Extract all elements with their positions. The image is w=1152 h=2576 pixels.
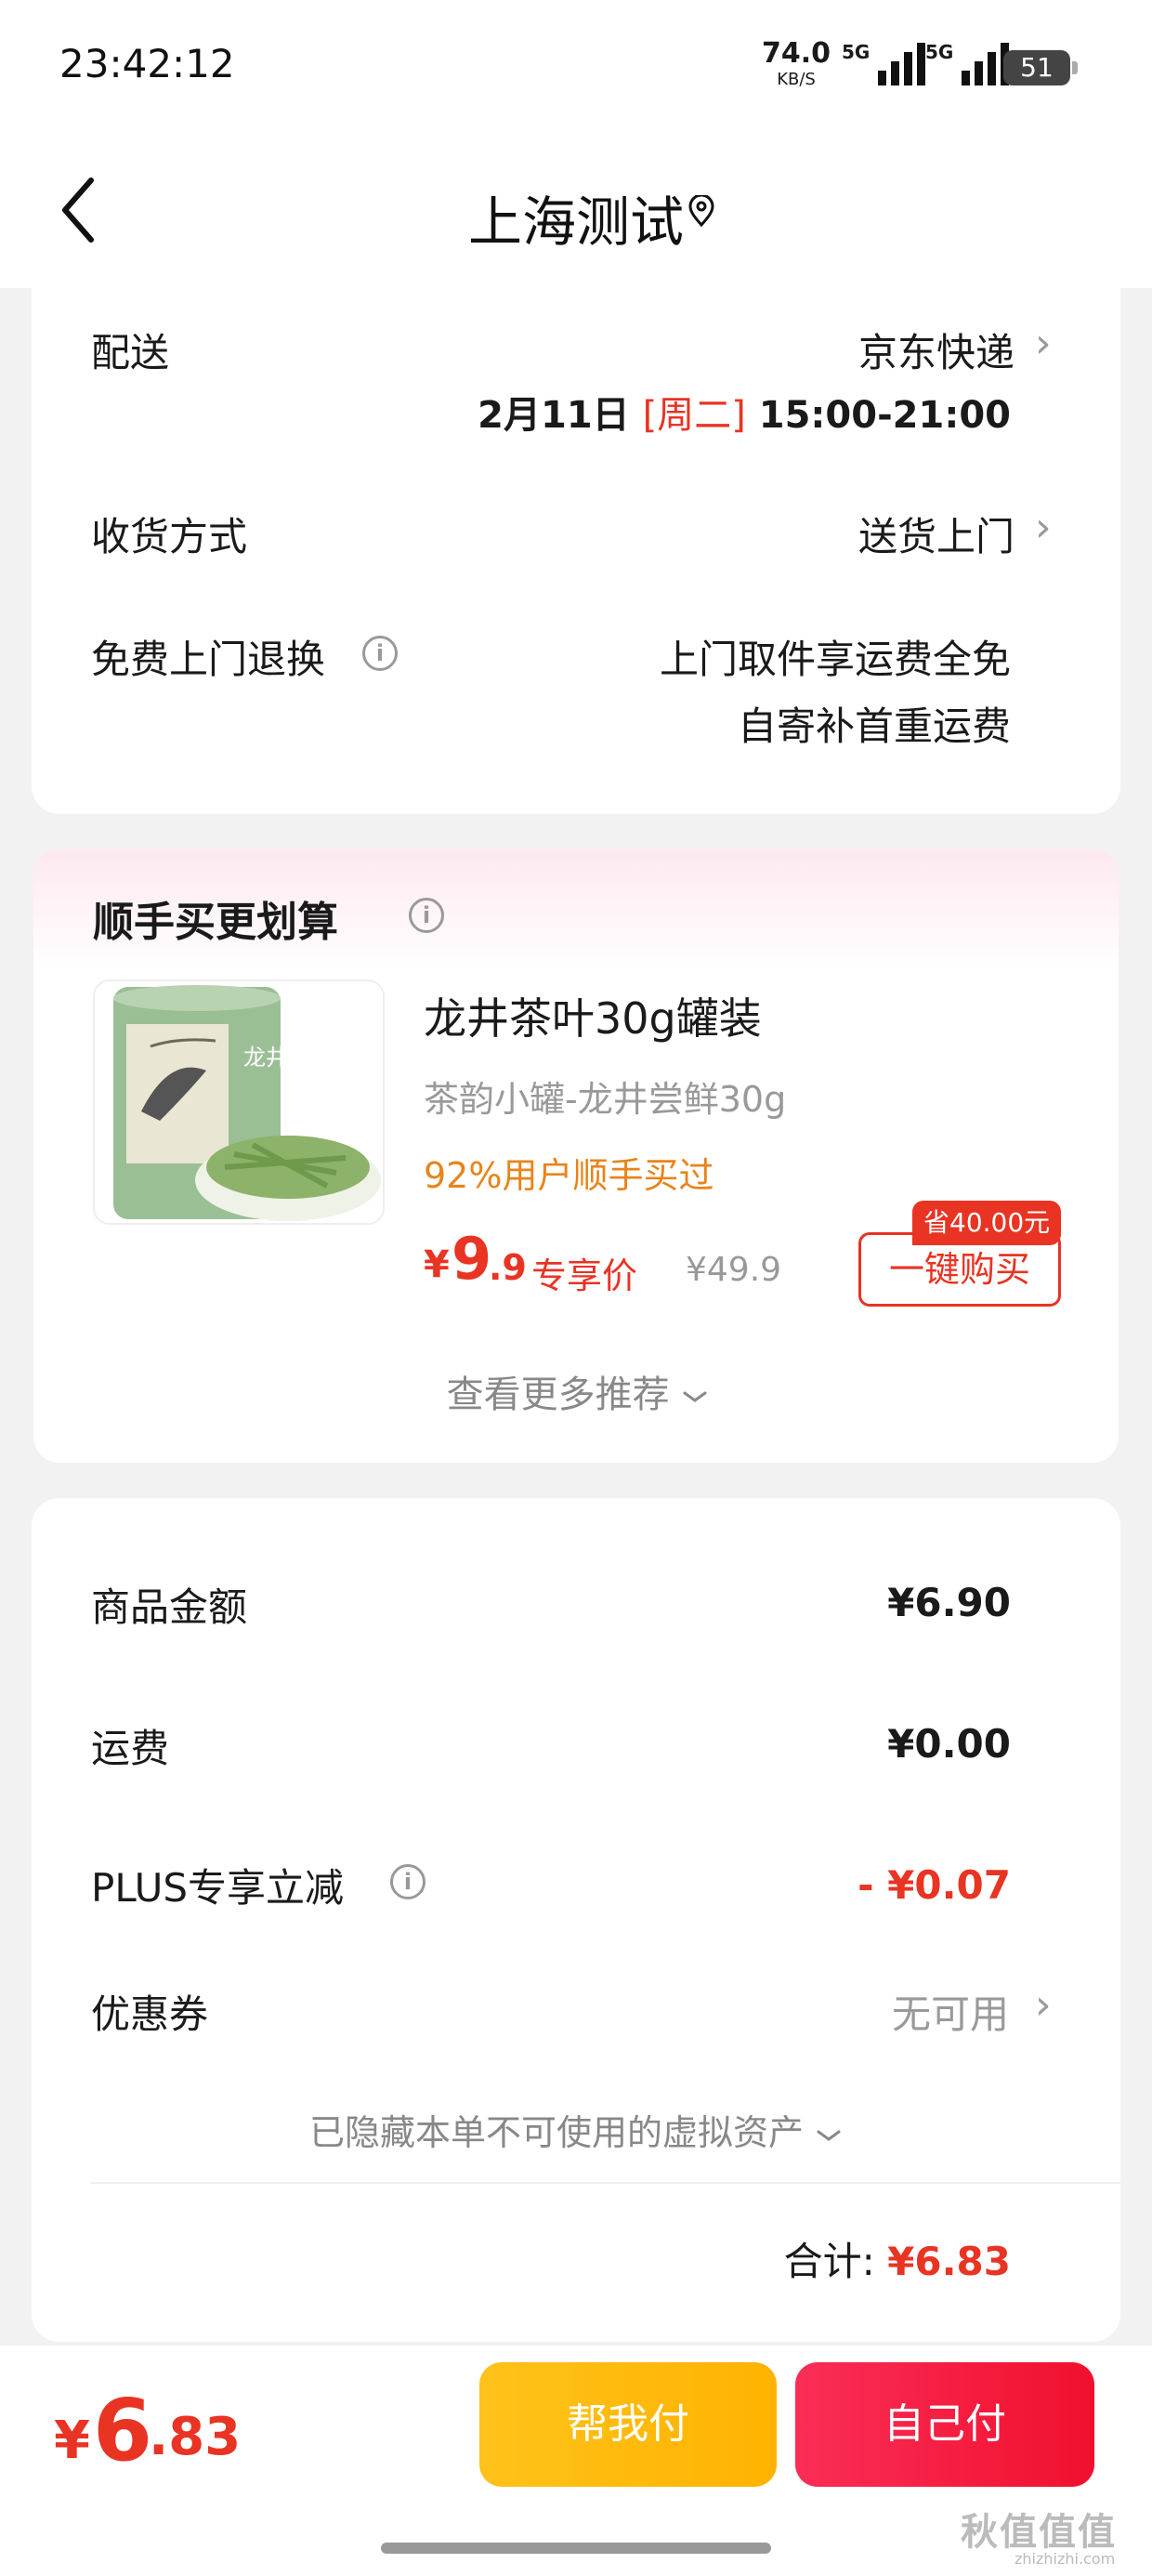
total-decimal: .83 <box>149 2407 242 2467</box>
info-icon[interactable]: i <box>409 898 444 933</box>
more-recommend-text: 查看更多推荐 <box>446 1373 670 1416</box>
chevron-right-icon[interactable]: › <box>1035 1981 1052 2029</box>
info-icon[interactable]: i <box>390 1864 425 1899</box>
returns-line2: 自寄补首重运费 <box>737 703 1011 749</box>
signal-icon-2: 5G <box>925 41 1010 85</box>
plus-discount-value: - ¥0.07 <box>857 1862 1011 1908</box>
pay-myself-button[interactable]: 自己付 <box>795 2362 1094 2487</box>
receive-label: 收货方式 <box>91 514 248 559</box>
plus-discount-label: PLUS专享立减 <box>91 1865 345 1911</box>
coupon-label: 优惠券 <box>91 1991 209 2037</box>
delivery-label: 配送 <box>91 330 170 375</box>
chevron-right-icon[interactable]: › <box>1035 504 1052 551</box>
hidden-assets-text: 已隐藏本单不可使用的虚拟资产 <box>308 2112 804 2153</box>
price-integer: 9 <box>452 1225 492 1293</box>
order-total-label: 合计: <box>783 2239 875 2284</box>
total-integer: 6 <box>93 2381 153 2480</box>
recommend-title: 顺手买更划算 <box>93 899 338 946</box>
network-speed: 74.0 KB/S <box>762 40 831 93</box>
location-pin-icon[interactable] <box>687 195 715 227</box>
original-price: ¥49.9 <box>686 1251 782 1289</box>
recommend-card: 顺手买更划算 i 龙井 龙井茶叶30g罐装 茶韵小罐-龙井尝鲜30g 92%用户… <box>32 848 1120 1465</box>
chevron-down-icon <box>817 2130 841 2141</box>
tea-can-image: 龙井 <box>95 981 383 1223</box>
shipping-value: ¥0.00 <box>887 1721 1011 1767</box>
home-indicator[interactable] <box>381 2543 771 2554</box>
goods-amount-label: 商品金额 <box>91 1584 248 1630</box>
returns-label: 免费上门退换 <box>91 637 326 682</box>
signal-icon: 5G <box>842 41 926 85</box>
chevron-down-icon <box>683 1391 707 1402</box>
status-bar: 23:42:12 74.0 KB/S 5G 5G 51 <box>0 0 1152 139</box>
more-recommend-link[interactable]: 查看更多推荐 <box>33 1364 1122 1418</box>
page-header: 上海测试 <box>0 139 1152 288</box>
bottom-pay-bar: ¥ 6 .83 帮我付 自己付 秋值值值 zhizhizhi.com <box>0 2346 1152 2576</box>
order-summary-card: 商品金额 ¥6.90 运费 ¥0.00 PLUS专享立减 i - ¥0.07 优… <box>32 1498 1120 2342</box>
delivery-window: 15:00-21:00 <box>758 394 1011 437</box>
divider <box>91 2182 1120 2184</box>
product-subtitle: 茶韵小罐-龙井尝鲜30g <box>424 1079 787 1120</box>
delivery-card: 配送 京东快递 › 2月11日 [周二] 15:00-21:00 收货方式 送货… <box>32 279 1120 814</box>
delivery-time: 2月11日 [周二] 15:00-21:00 <box>478 385 1011 439</box>
coupon-value[interactable]: 无可用 <box>892 1983 1009 2040</box>
order-total-value: ¥6.83 <box>887 2239 1011 2284</box>
order-total: 合计: ¥6.83 <box>784 2230 1011 2287</box>
page-title[interactable]: 上海测试 <box>0 178 1152 256</box>
receive-value[interactable]: 送货上门 <box>858 506 1015 562</box>
network-speed-value: 74.0 <box>762 37 831 70</box>
chevron-right-icon[interactable]: › <box>1035 320 1052 367</box>
price-decimal: .9 <box>489 1247 527 1288</box>
product-buyers: 92%用户顺手买过 <box>424 1155 714 1196</box>
page-title-text: 上海测试 <box>467 191 684 254</box>
hidden-assets-toggle[interactable]: 已隐藏本单不可使用的虚拟资产 <box>32 2104 1120 2155</box>
goods-amount-value: ¥6.90 <box>887 1580 1011 1625</box>
tea-can-label: 龙井 <box>243 1045 288 1071</box>
network-speed-unit: KB/S <box>777 70 816 89</box>
sim2-label: 5G <box>925 41 954 63</box>
returns-line1: 上门取件享运费全免 <box>659 637 1011 682</box>
delivery-weekday: [周二] <box>642 394 746 437</box>
price-tag: 专享价 <box>531 1255 638 1296</box>
product-name[interactable]: 龙井茶叶30g罐装 <box>424 985 762 1046</box>
price-currency: ¥ <box>424 1243 450 1286</box>
delivery-date: 2月11日 <box>478 394 630 437</box>
info-icon[interactable]: i <box>362 636 398 671</box>
help-me-pay-button[interactable]: 帮我付 <box>479 2362 777 2487</box>
status-time: 23:42:12 <box>59 41 235 86</box>
delivery-carrier-row[interactable]: 京东快递 <box>858 322 1015 378</box>
total-currency: ¥ <box>54 2411 90 2471</box>
product-image[interactable]: 龙井 <box>93 979 385 1225</box>
watermark-url: zhizhizhi.com <box>1015 2550 1116 2568</box>
save-badge: 省40.00元 <box>912 1201 1062 1245</box>
battery-icon: 51 <box>1003 50 1078 85</box>
watermark: 秋值值值 <box>961 2511 1117 2554</box>
sim1-label: 5G <box>842 41 871 63</box>
delivery-carrier: 京东快递 <box>857 330 1015 375</box>
shipping-label: 运费 <box>91 1726 170 1771</box>
